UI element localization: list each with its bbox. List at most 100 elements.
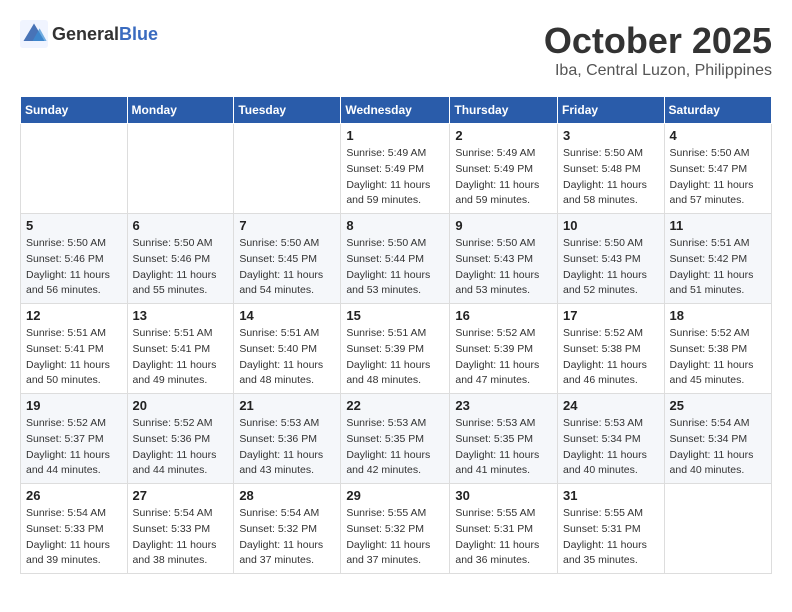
calendar-cell: 4 Sunrise: 5:50 AMSunset: 5:47 PMDaylight… xyxy=(664,124,771,214)
calendar-cell: 26Sunrise: 5:54 AMSunset: 5:33 PMDayligh… xyxy=(21,484,128,574)
calendar-cell: 14 Sunrise: 5:51 AMSunset: 5:40 PMDayligh… xyxy=(234,304,341,394)
day-number: 2 xyxy=(455,128,552,143)
day-number: 6 xyxy=(133,218,229,233)
calendar-week-row: 19Sunrise: 5:52 AMSunset: 5:37 PMDayligh… xyxy=(21,394,772,484)
calendar-cell: 17 Sunrise: 5:52 AMSunset: 5:38 PMDayligh… xyxy=(558,304,665,394)
calendar-cell: 30 Sunrise: 5:55 AMSunset: 5:31 PMDayligh… xyxy=(450,484,558,574)
page-header: GeneralBlue October 2025 Iba, Central Lu… xyxy=(20,20,772,80)
day-number: 10 xyxy=(563,218,659,233)
calendar-cell: 2Sunrise: 5:49 AMSunset: 5:49 PMDaylight… xyxy=(450,124,558,214)
calendar-header-tuesday: Tuesday xyxy=(234,97,341,124)
day-info: Sunrise: 5:53 AMSunset: 5:35 PMDaylight:… xyxy=(455,416,552,479)
day-info: Sunrise: 5:55 AMSunset: 5:31 PMDaylight:… xyxy=(455,506,552,569)
calendar-header-monday: Monday xyxy=(127,97,234,124)
day-number: 5 xyxy=(26,218,122,233)
day-number: 25 xyxy=(670,398,766,413)
calendar-cell: 31 Sunrise: 5:55 AMSunset: 5:31 PMDayligh… xyxy=(558,484,665,574)
calendar-cell: 5 Sunrise: 5:50 AMSunset: 5:46 PMDaylight… xyxy=(21,214,128,304)
calendar-cell: 10 Sunrise: 5:50 AMSunset: 5:43 PMDayligh… xyxy=(558,214,665,304)
day-info: Sunrise: 5:54 AMSunset: 5:34 PMDaylight:… xyxy=(670,416,766,479)
day-info: Sunrise: 5:50 AMSunset: 5:45 PMDaylight:… xyxy=(239,236,335,299)
location: Iba, Central Luzon, Philippines xyxy=(544,62,772,80)
day-number: 27 xyxy=(133,488,229,503)
calendar-cell: 21Sunrise: 5:53 AMSunset: 5:36 PMDayligh… xyxy=(234,394,341,484)
day-info: Sunrise: 5:51 AMSunset: 5:41 PMDaylight:… xyxy=(133,326,229,389)
day-number: 4 xyxy=(670,128,766,143)
calendar-header-row: SundayMondayTuesdayWednesdayThursdayFrid… xyxy=(21,97,772,124)
day-info: Sunrise: 5:53 AMSunset: 5:34 PMDaylight:… xyxy=(563,416,659,479)
day-number: 29 xyxy=(346,488,444,503)
day-number: 23 xyxy=(455,398,552,413)
day-number: 8 xyxy=(346,218,444,233)
day-info: Sunrise: 5:50 AMSunset: 5:43 PMDaylight:… xyxy=(563,236,659,299)
calendar-cell xyxy=(664,484,771,574)
calendar-table: SundayMondayTuesdayWednesdayThursdayFrid… xyxy=(20,96,772,574)
day-number: 12 xyxy=(26,308,122,323)
calendar-header-sunday: Sunday xyxy=(21,97,128,124)
calendar-cell: 22Sunrise: 5:53 AMSunset: 5:35 PMDayligh… xyxy=(341,394,450,484)
calendar-week-row: 5 Sunrise: 5:50 AMSunset: 5:46 PMDaylight… xyxy=(21,214,772,304)
calendar-cell: 6 Sunrise: 5:50 AMSunset: 5:46 PMDaylight… xyxy=(127,214,234,304)
day-info: Sunrise: 5:54 AMSunset: 5:32 PMDaylight:… xyxy=(239,506,335,569)
day-info: Sunrise: 5:50 AMSunset: 5:43 PMDaylight:… xyxy=(455,236,552,299)
calendar-week-row: 1 Sunrise: 5:49 AMSunset: 5:49 PMDaylight… xyxy=(21,124,772,214)
day-info: Sunrise: 5:51 AMSunset: 5:41 PMDaylight:… xyxy=(26,326,122,389)
calendar-cell: 13 Sunrise: 5:51 AMSunset: 5:41 PMDayligh… xyxy=(127,304,234,394)
calendar-cell: 24 Sunrise: 5:53 AMSunset: 5:34 PMDayligh… xyxy=(558,394,665,484)
day-number: 1 xyxy=(346,128,444,143)
day-info: Sunrise: 5:50 AMSunset: 5:44 PMDaylight:… xyxy=(346,236,444,299)
day-info: Sunrise: 5:52 AMSunset: 5:38 PMDaylight:… xyxy=(563,326,659,389)
day-number: 17 xyxy=(563,308,659,323)
day-info: Sunrise: 5:50 AMSunset: 5:46 PMDaylight:… xyxy=(133,236,229,299)
day-info: Sunrise: 5:55 AMSunset: 5:31 PMDaylight:… xyxy=(563,506,659,569)
calendar-cell: 3Sunrise: 5:50 AMSunset: 5:48 PMDaylight… xyxy=(558,124,665,214)
calendar-header-thursday: Thursday xyxy=(450,97,558,124)
day-number: 13 xyxy=(133,308,229,323)
calendar-header-saturday: Saturday xyxy=(664,97,771,124)
calendar-cell: 25 Sunrise: 5:54 AMSunset: 5:34 PMDayligh… xyxy=(664,394,771,484)
calendar-cell: 8 Sunrise: 5:50 AMSunset: 5:44 PMDaylight… xyxy=(341,214,450,304)
day-number: 19 xyxy=(26,398,122,413)
day-number: 30 xyxy=(455,488,552,503)
day-number: 28 xyxy=(239,488,335,503)
calendar-cell: 18 Sunrise: 5:52 AMSunset: 5:38 PMDayligh… xyxy=(664,304,771,394)
calendar-cell: 16Sunrise: 5:52 AMSunset: 5:39 PMDayligh… xyxy=(450,304,558,394)
logo-general: General xyxy=(52,24,119,44)
day-number: 20 xyxy=(133,398,229,413)
day-number: 24 xyxy=(563,398,659,413)
day-number: 7 xyxy=(239,218,335,233)
calendar-cell: 1 Sunrise: 5:49 AMSunset: 5:49 PMDaylight… xyxy=(341,124,450,214)
calendar-cell: 19Sunrise: 5:52 AMSunset: 5:37 PMDayligh… xyxy=(21,394,128,484)
day-info: Sunrise: 5:49 AMSunset: 5:49 PMDaylight:… xyxy=(346,146,444,209)
day-number: 11 xyxy=(670,218,766,233)
calendar-cell: 7 Sunrise: 5:50 AMSunset: 5:45 PMDaylight… xyxy=(234,214,341,304)
day-number: 18 xyxy=(670,308,766,323)
logo-icon xyxy=(20,20,48,48)
day-number: 31 xyxy=(563,488,659,503)
day-info: Sunrise: 5:50 AMSunset: 5:47 PMDaylight:… xyxy=(670,146,766,209)
day-info: Sunrise: 5:52 AMSunset: 5:38 PMDaylight:… xyxy=(670,326,766,389)
calendar-cell: 9 Sunrise: 5:50 AMSunset: 5:43 PMDaylight… xyxy=(450,214,558,304)
calendar-header-wednesday: Wednesday xyxy=(341,97,450,124)
calendar-cell: 15Sunrise: 5:51 AMSunset: 5:39 PMDayligh… xyxy=(341,304,450,394)
day-info: Sunrise: 5:51 AMSunset: 5:39 PMDaylight:… xyxy=(346,326,444,389)
day-number: 22 xyxy=(346,398,444,413)
day-number: 16 xyxy=(455,308,552,323)
day-number: 14 xyxy=(239,308,335,323)
calendar-cell: 20Sunrise: 5:52 AMSunset: 5:36 PMDayligh… xyxy=(127,394,234,484)
day-info: Sunrise: 5:51 AMSunset: 5:40 PMDaylight:… xyxy=(239,326,335,389)
day-info: Sunrise: 5:50 AMSunset: 5:48 PMDaylight:… xyxy=(563,146,659,209)
calendar-cell: 28 Sunrise: 5:54 AMSunset: 5:32 PMDayligh… xyxy=(234,484,341,574)
month-title: October 2025 xyxy=(544,20,772,62)
calendar-cell: 23 Sunrise: 5:53 AMSunset: 5:35 PMDayligh… xyxy=(450,394,558,484)
calendar-week-row: 26Sunrise: 5:54 AMSunset: 5:33 PMDayligh… xyxy=(21,484,772,574)
calendar-cell xyxy=(234,124,341,214)
day-info: Sunrise: 5:50 AMSunset: 5:46 PMDaylight:… xyxy=(26,236,122,299)
calendar-header-friday: Friday xyxy=(558,97,665,124)
calendar-body: 1 Sunrise: 5:49 AMSunset: 5:49 PMDaylight… xyxy=(21,124,772,574)
day-number: 9 xyxy=(455,218,552,233)
calendar-cell xyxy=(21,124,128,214)
calendar-cell: 12 Sunrise: 5:51 AMSunset: 5:41 PMDayligh… xyxy=(21,304,128,394)
logo: GeneralBlue xyxy=(20,20,158,48)
calendar-cell: 27Sunrise: 5:54 AMSunset: 5:33 PMDayligh… xyxy=(127,484,234,574)
